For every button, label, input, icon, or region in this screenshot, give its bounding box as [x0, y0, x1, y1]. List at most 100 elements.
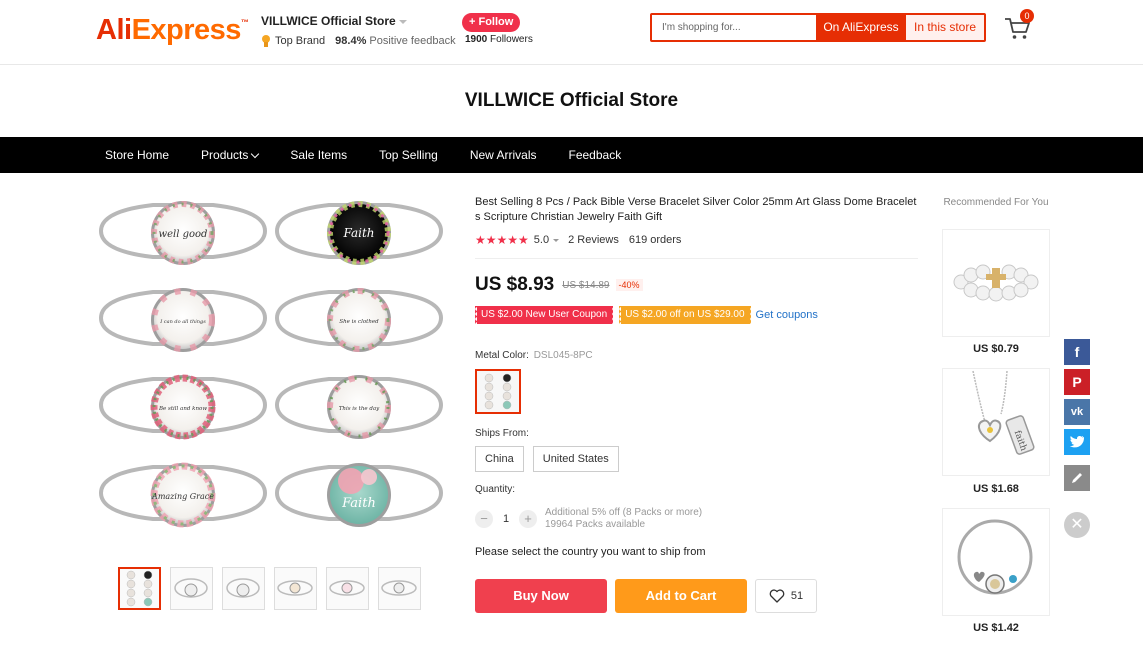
cart-count-badge: 0: [1020, 9, 1034, 23]
get-coupons-link[interactable]: Get coupons: [756, 309, 818, 321]
metal-color-label: Metal Color:: [475, 350, 529, 361]
recommended-item-3[interactable]: [942, 508, 1050, 616]
wishlist-button[interactable]: 51: [755, 579, 817, 613]
reviews-link[interactable]: 2 Reviews: [568, 234, 619, 246]
quantity-label: Quantity:: [475, 484, 516, 495]
product-title: Best Selling 8 Pcs / Pack Bible Verse Br…: [475, 196, 917, 223]
search-in-store-button[interactable]: In this store: [906, 15, 984, 40]
buy-now-button[interactable]: Buy Now: [475, 579, 607, 613]
bracelet-1: well good: [98, 201, 268, 265]
recommended-item-2[interactable]: faith: [942, 368, 1050, 476]
pinterest-share-icon[interactable]: P: [1064, 369, 1090, 395]
nav-products[interactable]: Products: [190, 137, 269, 173]
thumbnail-6[interactable]: [378, 567, 421, 610]
color-swatch-selected[interactable]: [475, 369, 521, 414]
product-main-image[interactable]: well good Faith I can do all things She …: [97, 195, 446, 550]
recommended-item-3-image: [957, 519, 1033, 595]
bracelet-8-text: Faith: [341, 496, 376, 511]
quantity-plus-button[interactable]: +: [519, 510, 537, 528]
add-to-cart-button[interactable]: Add to Cart: [615, 579, 747, 613]
thumbnail-3-image: [226, 578, 260, 598]
thumbnail-2[interactable]: [170, 567, 213, 610]
ship-option-united-states[interactable]: United States: [532, 446, 619, 472]
thumbnail-4-image: [277, 580, 313, 596]
rating-stars-icon: ★★★★★: [475, 233, 529, 247]
new-user-coupon[interactable]: US $2.00 New User Coupon: [473, 306, 615, 324]
bracelet-5-text: Be still and know: [158, 406, 207, 412]
recommended-title: Recommended For You: [943, 197, 1049, 208]
bracelet-grid: well good Faith I can do all things She …: [98, 201, 444, 528]
caret-down-icon[interactable]: [553, 238, 560, 242]
bracelet-6: This is the day: [274, 375, 444, 439]
nav-feedback[interactable]: Feedback: [558, 137, 633, 173]
pencil-edit-icon[interactable]: [1064, 465, 1090, 491]
positive-feedback-label: Positive feedback: [369, 35, 456, 47]
search-on-aliexpress-button[interactable]: On AliExpress: [816, 15, 906, 40]
color-swatch-image: [484, 373, 512, 410]
price-row: US $8.93 US $14.89 -40%: [475, 274, 643, 296]
thumbnail-4[interactable]: [274, 567, 317, 610]
store-name: VILLWICE Official Store: [261, 14, 396, 28]
thumbnail-3[interactable]: [222, 567, 265, 610]
store-banner-title: VILLWICE Official Store: [464, 90, 679, 111]
ship-option-china[interactable]: China: [475, 446, 524, 472]
logo-part-ali: Ali: [96, 14, 132, 46]
close-icon[interactable]: ✕: [1064, 512, 1090, 538]
store-coupon[interactable]: US $2.00 off on US $29.00: [618, 306, 752, 324]
ships-from-options: China United States: [475, 446, 628, 472]
store-name-dropdown[interactable]: VILLWICE Official Store: [261, 14, 456, 28]
nav-new-arrivals[interactable]: New Arrivals: [459, 137, 548, 173]
thumbnail-1[interactable]: [118, 567, 161, 610]
bulk-discount-text: Additional 5% off (8 Packs or more): [545, 507, 703, 518]
bracelet-5: Be still and know: [98, 374, 268, 440]
bracelet-7-text: Amazing Grace: [151, 492, 214, 501]
heart-icon: [769, 589, 785, 603]
rating-row: ★★★★★ 5.0 2 Reviews 619 orders: [475, 233, 681, 247]
stock-available-text: 19964 Packs available: [545, 519, 646, 530]
bracelet-6-text: This is the day: [339, 406, 380, 412]
nav-store-home[interactable]: Store Home: [94, 137, 180, 173]
quantity-minus-button[interactable]: −: [475, 510, 493, 528]
recommended-item-2-image: faith: [972, 370, 1035, 455]
recommended-item-1[interactable]: [942, 229, 1050, 337]
coupons-row: US $2.00 New User Coupon US $2.00 off on…: [473, 306, 818, 324]
metal-color-value: DSL045-8PC: [533, 350, 593, 361]
recommended-item-3-price: US $1.42: [973, 622, 1019, 634]
thumbnail-2-image: [174, 578, 208, 598]
top-header: AliExpress™ VILLWICE Official Store Top …: [0, 0, 1143, 65]
thumbnail-5[interactable]: [326, 567, 369, 610]
facebook-share-icon[interactable]: f: [1064, 339, 1090, 365]
quantity-stepper: − 1 + Additional 5% off (8 Packs or more…: [475, 507, 702, 531]
search-bar: On AliExpress In this store: [650, 13, 986, 42]
nav-sale-items[interactable]: Sale Items: [279, 137, 358, 173]
bracelet-4-text: She is clothed: [339, 319, 379, 325]
medal-icon: [261, 35, 271, 47]
divider: [475, 258, 918, 259]
discount-badge: -40%: [615, 279, 643, 291]
original-price: US $14.89: [562, 279, 610, 291]
nav-top-selling[interactable]: Top Selling: [368, 137, 449, 173]
search-input[interactable]: [652, 15, 816, 40]
aliexpress-logo[interactable]: AliExpress™: [96, 14, 249, 47]
follow-button[interactable]: + Follow: [462, 13, 521, 32]
bracelet-1-text: well good: [159, 229, 208, 240]
pencil-glyph: [1072, 473, 1082, 483]
store-info: VILLWICE Official Store Top Brand 98.4% …: [261, 14, 456, 47]
thumbnail-5-image: [329, 580, 365, 596]
wishlist-count: 51: [790, 590, 804, 602]
bracelet-8: Faith: [274, 463, 444, 527]
orders-count: 619 orders: [628, 234, 682, 246]
thumbnail-6-image: [381, 580, 417, 596]
bracelet-3: I can do all things: [98, 288, 268, 352]
quantity-info: Additional 5% off (8 Packs or more) 1996…: [545, 507, 702, 531]
twitter-share-icon[interactable]: [1064, 429, 1090, 455]
recommended-item-1-price: US $0.79: [973, 343, 1019, 355]
store-meta: Top Brand 98.4% Positive feedback: [261, 35, 456, 47]
ships-from-label: Ships From:: [475, 428, 529, 439]
caret-down-icon: [398, 19, 407, 24]
bracelet-2: Faith: [274, 201, 444, 265]
recommended-item-2-price: US $1.68: [973, 483, 1019, 495]
bracelet-4: She is clothed: [274, 288, 444, 352]
vk-share-icon[interactable]: vk: [1064, 399, 1090, 425]
quantity-value[interactable]: 1: [493, 513, 519, 525]
